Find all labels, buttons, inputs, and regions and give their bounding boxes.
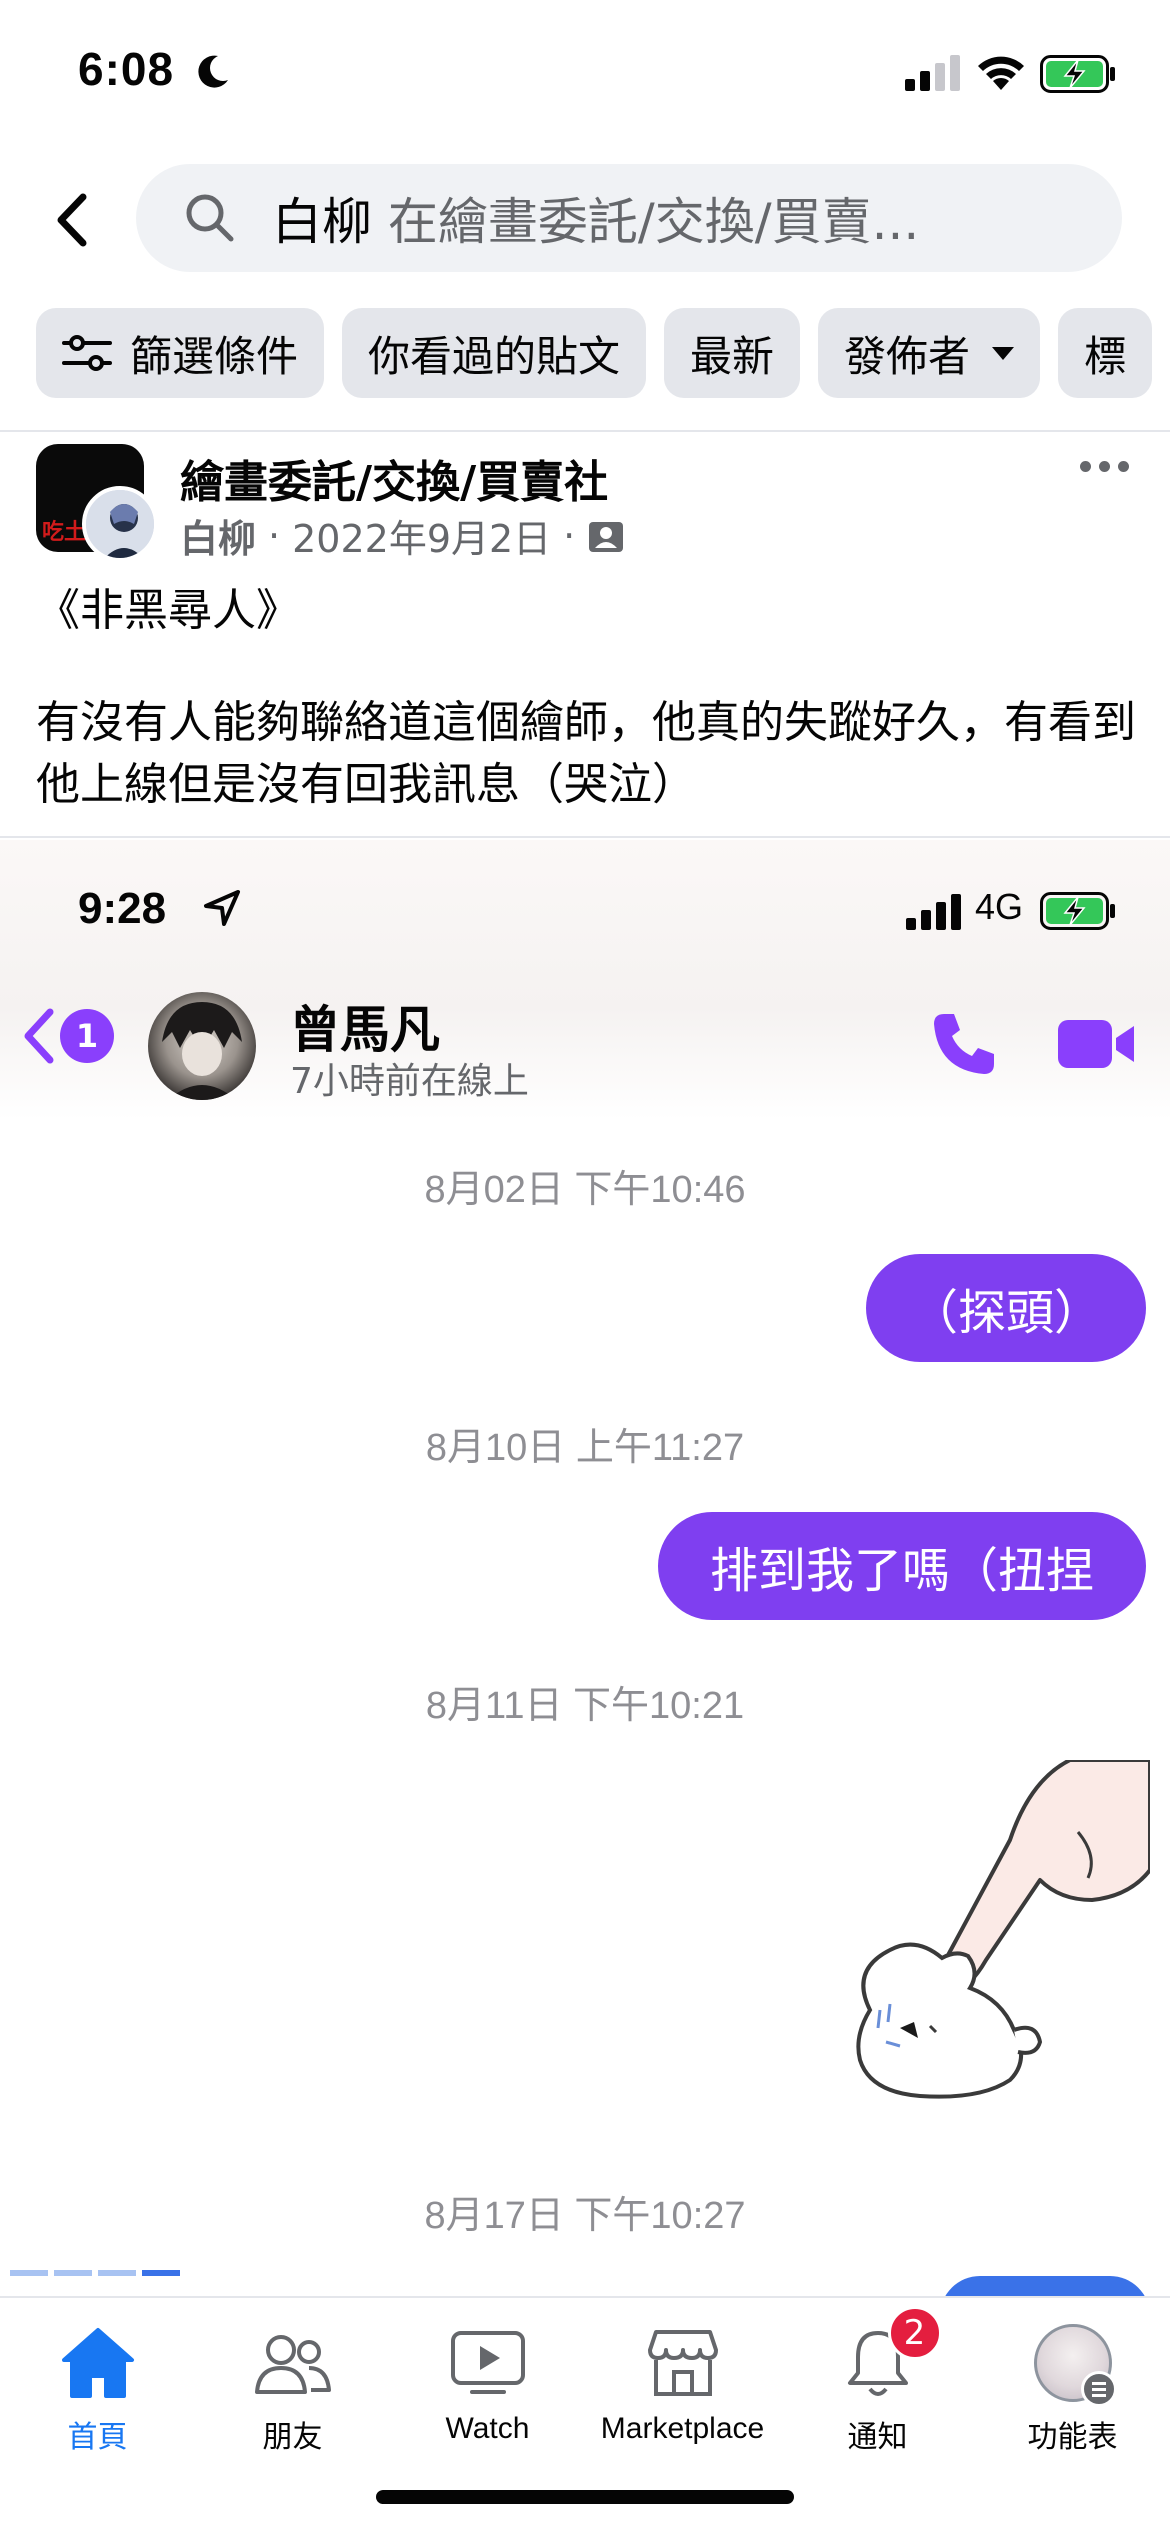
shot-status-time: 9:28: [78, 884, 167, 933]
tab-label: 首頁: [67, 2421, 128, 2454]
indicator-dot: [54, 2270, 92, 2276]
divider: [0, 430, 1170, 432]
message-bubble: 排到我了嗎（扭捏: [658, 1512, 1146, 1620]
tab-home[interactable]: 首頁: [0, 2318, 195, 2468]
filter-chip-label: 最新: [690, 331, 775, 381]
more-options-button[interactable]: [1080, 448, 1140, 484]
tab-label: Watch: [445, 2412, 530, 2445]
marketplace-icon: [647, 2330, 718, 2396]
filter-chip-tags[interactable]: 標: [1058, 308, 1153, 398]
message-timestamp: 8月17日 下午10:27: [424, 2195, 746, 2237]
contact-avatar-image: [162, 1002, 242, 1100]
group-members-icon: [589, 521, 624, 552]
tab-menu[interactable]: 功能表: [975, 2318, 1170, 2468]
post-image[interactable]: 9:28 4G 1 曾馬凡 7小時前在線上 8月02日 下午10:46 （探頭）…: [0, 840, 1170, 2296]
tab-label: 功能表: [1027, 2421, 1118, 2454]
tab-label: Marketplace: [600, 2412, 765, 2445]
location-arrow-icon: [204, 890, 240, 926]
message-timestamp: 8月02日 下午10:46: [424, 1169, 746, 1211]
message-timestamp: 8月10日 上午11:27: [425, 1427, 745, 1469]
finger-poking-bunny-sticker: [856, 1760, 1150, 2099]
hamburger-icon: [1080, 2371, 1117, 2407]
unread-badge: 1: [60, 1009, 114, 1063]
meta-separator: ·: [268, 513, 281, 558]
filter-chip-label: 標: [1084, 331, 1127, 381]
post-title: 《非黑尋人》: [36, 585, 300, 636]
search-icon: [186, 194, 234, 242]
search-query: 白柳 在繪畫委託/交換/買賣...: [272, 182, 1032, 254]
battery-charging-icon: [1040, 55, 1115, 93]
battery-charging-icon: [1040, 892, 1115, 930]
friends-icon: [254, 2335, 331, 2394]
filter-chip-label: 你看過的貼文: [368, 331, 621, 381]
dot: [1099, 460, 1110, 472]
hamburger-line: [1091, 2381, 1106, 2385]
dot: [1080, 460, 1091, 472]
status-time: 6:08: [78, 43, 175, 95]
chat-back-button: 1: [22, 1008, 114, 1064]
sliders-icon: [62, 335, 112, 371]
back-button[interactable]: [40, 180, 104, 260]
filter-chip-posted-by[interactable]: 發佈者: [818, 308, 1041, 398]
moon-icon: [198, 55, 228, 88]
hamburger-line: [1091, 2387, 1106, 2391]
indicator-dot: [10, 2270, 48, 2276]
signal-icon: [905, 55, 960, 91]
author-avatar-image: [86, 490, 154, 558]
filter-chip-options[interactable]: 篩選條件: [36, 308, 325, 398]
caret-down-icon: [992, 346, 1015, 360]
video-camera-icon: [1058, 1020, 1134, 1068]
dot: [1118, 460, 1129, 472]
filter-chip-label: 發佈者: [844, 331, 971, 381]
home-icon: [61, 2328, 134, 2398]
post-meta: 白柳 · 2022年9月2日 ·: [180, 508, 625, 563]
tab-marketplace[interactable]: Marketplace: [585, 2318, 780, 2468]
watch-icon: [450, 2331, 525, 2394]
indicator-dot: [98, 2270, 136, 2276]
tab-watch[interactable]: Watch: [390, 2318, 585, 2468]
message-bubble-partial: [940, 2276, 1150, 2296]
author-avatar[interactable]: [82, 486, 158, 562]
filter-chip-label: 篩選條件: [130, 331, 299, 381]
message-timestamp: 8月11日 下午10:21: [425, 1685, 745, 1727]
tab-friends[interactable]: 朋友: [195, 2318, 390, 2468]
tab-label: 朋友: [262, 2421, 323, 2454]
search-keyword: 白柳: [272, 193, 372, 251]
image-carousel-indicator: [10, 2270, 180, 2276]
signal-icon: [906, 894, 961, 930]
post-author[interactable]: 白柳: [180, 508, 256, 563]
search-input[interactable]: 白柳 在繪畫委託/交換/買賣...: [136, 164, 1122, 272]
hamburger-line: [1091, 2393, 1106, 2397]
filter-chip-viewed-posts[interactable]: 你看過的貼文: [342, 308, 647, 398]
contact-status: 7小時前在線上: [290, 1061, 529, 1102]
notification-badge: 2: [887, 2306, 942, 2360]
meta-separator: ·: [563, 513, 576, 558]
phone-icon: [934, 1014, 994, 1074]
group-name[interactable]: 繪畫委託/交換/買賣社: [180, 446, 608, 510]
chevron-left-icon: [57, 193, 87, 247]
menu-avatar-icon: [1033, 2324, 1117, 2407]
message-bubble: （探頭）: [866, 1254, 1146, 1362]
tab-notifications[interactable]: 2 通知: [780, 2306, 975, 2468]
contact-avatar: [148, 992, 256, 1100]
search-query-rest: 在繪畫委託/交換/買賣...: [387, 193, 920, 251]
post-date[interactable]: 2022年9月2日: [292, 508, 551, 563]
indicator-dot-active: [142, 2270, 180, 2276]
network-type: 4G: [975, 886, 1024, 927]
chevron-left-icon: [24, 1008, 54, 1064]
post-body: 有沒有人能夠聯絡道這個繪師，他真的失蹤好久，有看到他上線但是沒有回我訊息（哭泣）: [36, 697, 1136, 810]
filter-chips: 篩選條件 你看過的貼文 最新 發佈者 標: [36, 308, 1153, 398]
filter-chip-latest[interactable]: 最新: [664, 308, 801, 398]
home-indicator: [376, 2490, 794, 2504]
tab-label: 通知: [847, 2421, 908, 2454]
divider: [0, 836, 1170, 838]
wifi-icon: [978, 56, 1024, 90]
